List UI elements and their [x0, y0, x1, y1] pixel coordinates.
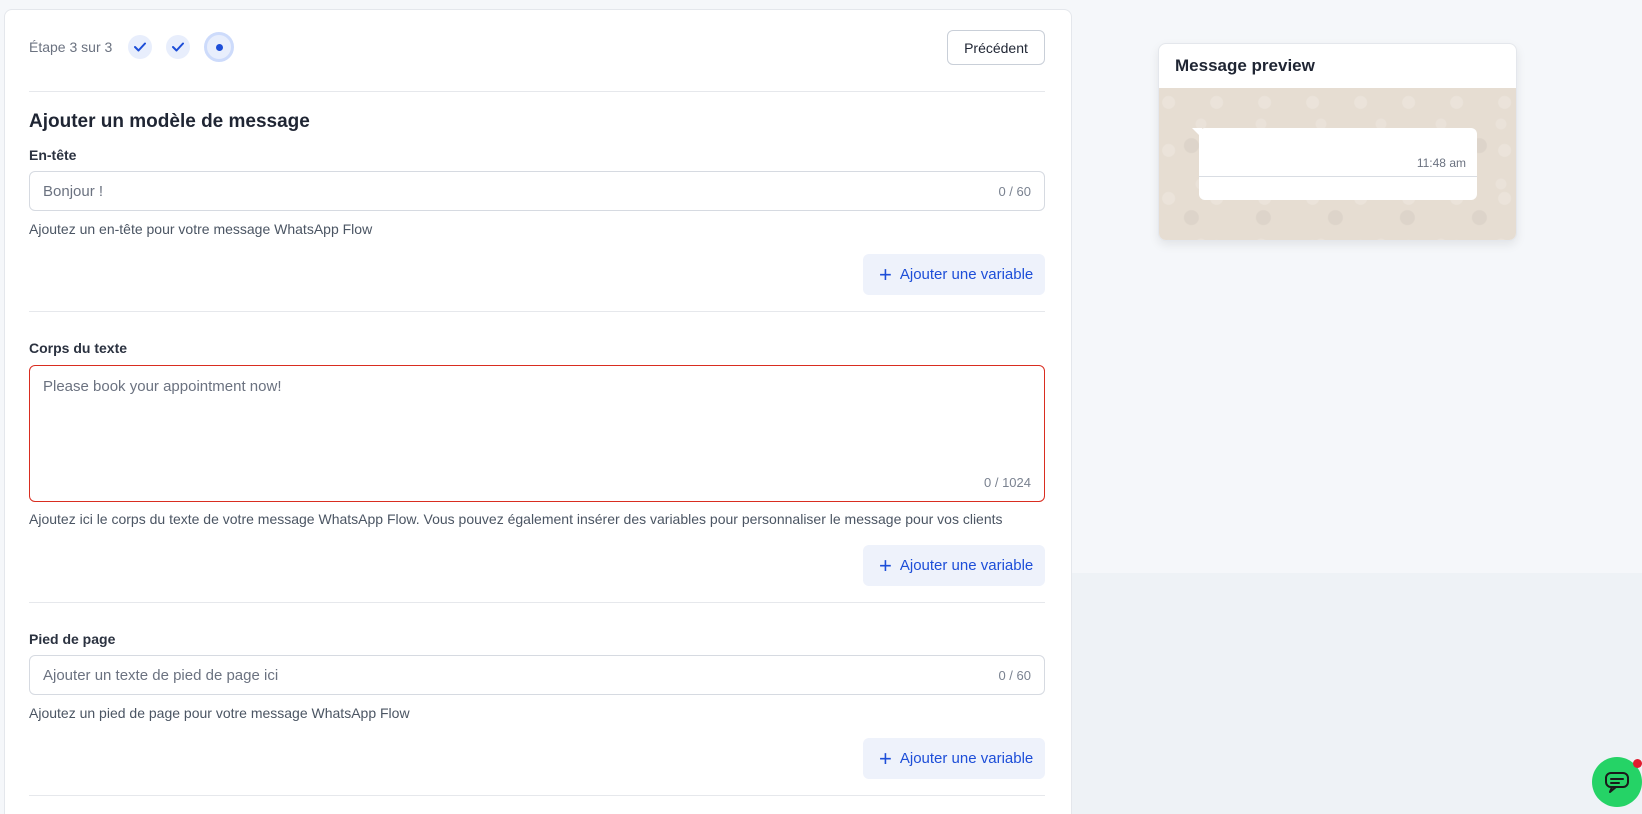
step-1-complete-icon — [128, 35, 153, 59]
add-variable-label: Ajouter une variable — [899, 750, 1034, 767]
previous-button[interactable]: Précédent — [947, 30, 1045, 65]
footer-input-placeholder: Ajouter un texte de pied de page ici — [43, 667, 279, 684]
footer-add-variable-button[interactable]: + Ajouter une variable — [863, 738, 1045, 779]
plus-icon: + — [879, 745, 892, 771]
footer-helper-text: Ajoutez un pied de page pour votre messa… — [29, 705, 410, 721]
stepper: Étape 3 sur 3 — [29, 32, 248, 62]
template-form-card: Étape 3 sur 3 Précédent Ajouter un modèl… — [4, 9, 1072, 814]
header-label: En-tête — [29, 147, 77, 163]
footer-label: Pied de page — [29, 631, 116, 647]
chat-support-button[interactable] — [1592, 757, 1642, 807]
plus-icon: + — [879, 261, 892, 287]
footer-char-count: 0 / 60 — [998, 668, 1031, 683]
footer-input[interactable]: Ajouter un texte de pied de page ici 0 /… — [29, 655, 1045, 695]
step-indicator-text: Étape 3 sur 3 — [29, 39, 113, 55]
header-input-placeholder: Bonjour ! — [43, 183, 104, 200]
step-3-current-icon — [204, 32, 235, 62]
divider — [29, 602, 1045, 603]
body-textarea[interactable]: Please book your appointment now! 0 / 10… — [29, 365, 1045, 502]
body-helper-text: Ajoutez ici le corps du texte de votre m… — [29, 511, 1003, 527]
chat-background: 11:48 am — [1159, 88, 1516, 240]
header-add-variable-button[interactable]: + Ajouter une variable — [863, 254, 1045, 295]
body-textarea-placeholder: Please book your appointment now! — [43, 378, 282, 395]
add-variable-label: Ajouter une variable — [899, 557, 1034, 574]
divider — [29, 795, 1045, 796]
header-input[interactable]: Bonjour ! 0 / 60 — [29, 171, 1045, 211]
divider — [29, 91, 1045, 92]
body-char-count: 0 / 1024 — [984, 475, 1031, 490]
plus-icon: + — [879, 552, 892, 578]
add-variable-label: Ajouter une variable — [899, 266, 1034, 283]
body-label: Corps du texte — [29, 340, 128, 356]
preview-title: Message preview — [1175, 56, 1315, 75]
message-preview-card: Message preview 11:48 am — [1158, 43, 1517, 241]
bubble-divider — [1199, 176, 1477, 177]
body-add-variable-button[interactable]: + Ajouter une variable — [863, 545, 1045, 586]
page-title: Ajouter un modèle de message — [29, 111, 310, 132]
header-char-count: 0 / 60 — [998, 184, 1031, 199]
divider — [29, 311, 1045, 312]
header-helper-text: Ajoutez un en-tête pour votre message Wh… — [29, 221, 373, 237]
right-panel-background — [1072, 573, 1642, 814]
chat-icon — [1605, 772, 1629, 793]
step-2-complete-icon — [166, 35, 191, 59]
message-time: 11:48 am — [1416, 156, 1466, 170]
message-bubble: 11:48 am — [1199, 128, 1477, 200]
notification-badge — [1633, 759, 1642, 768]
